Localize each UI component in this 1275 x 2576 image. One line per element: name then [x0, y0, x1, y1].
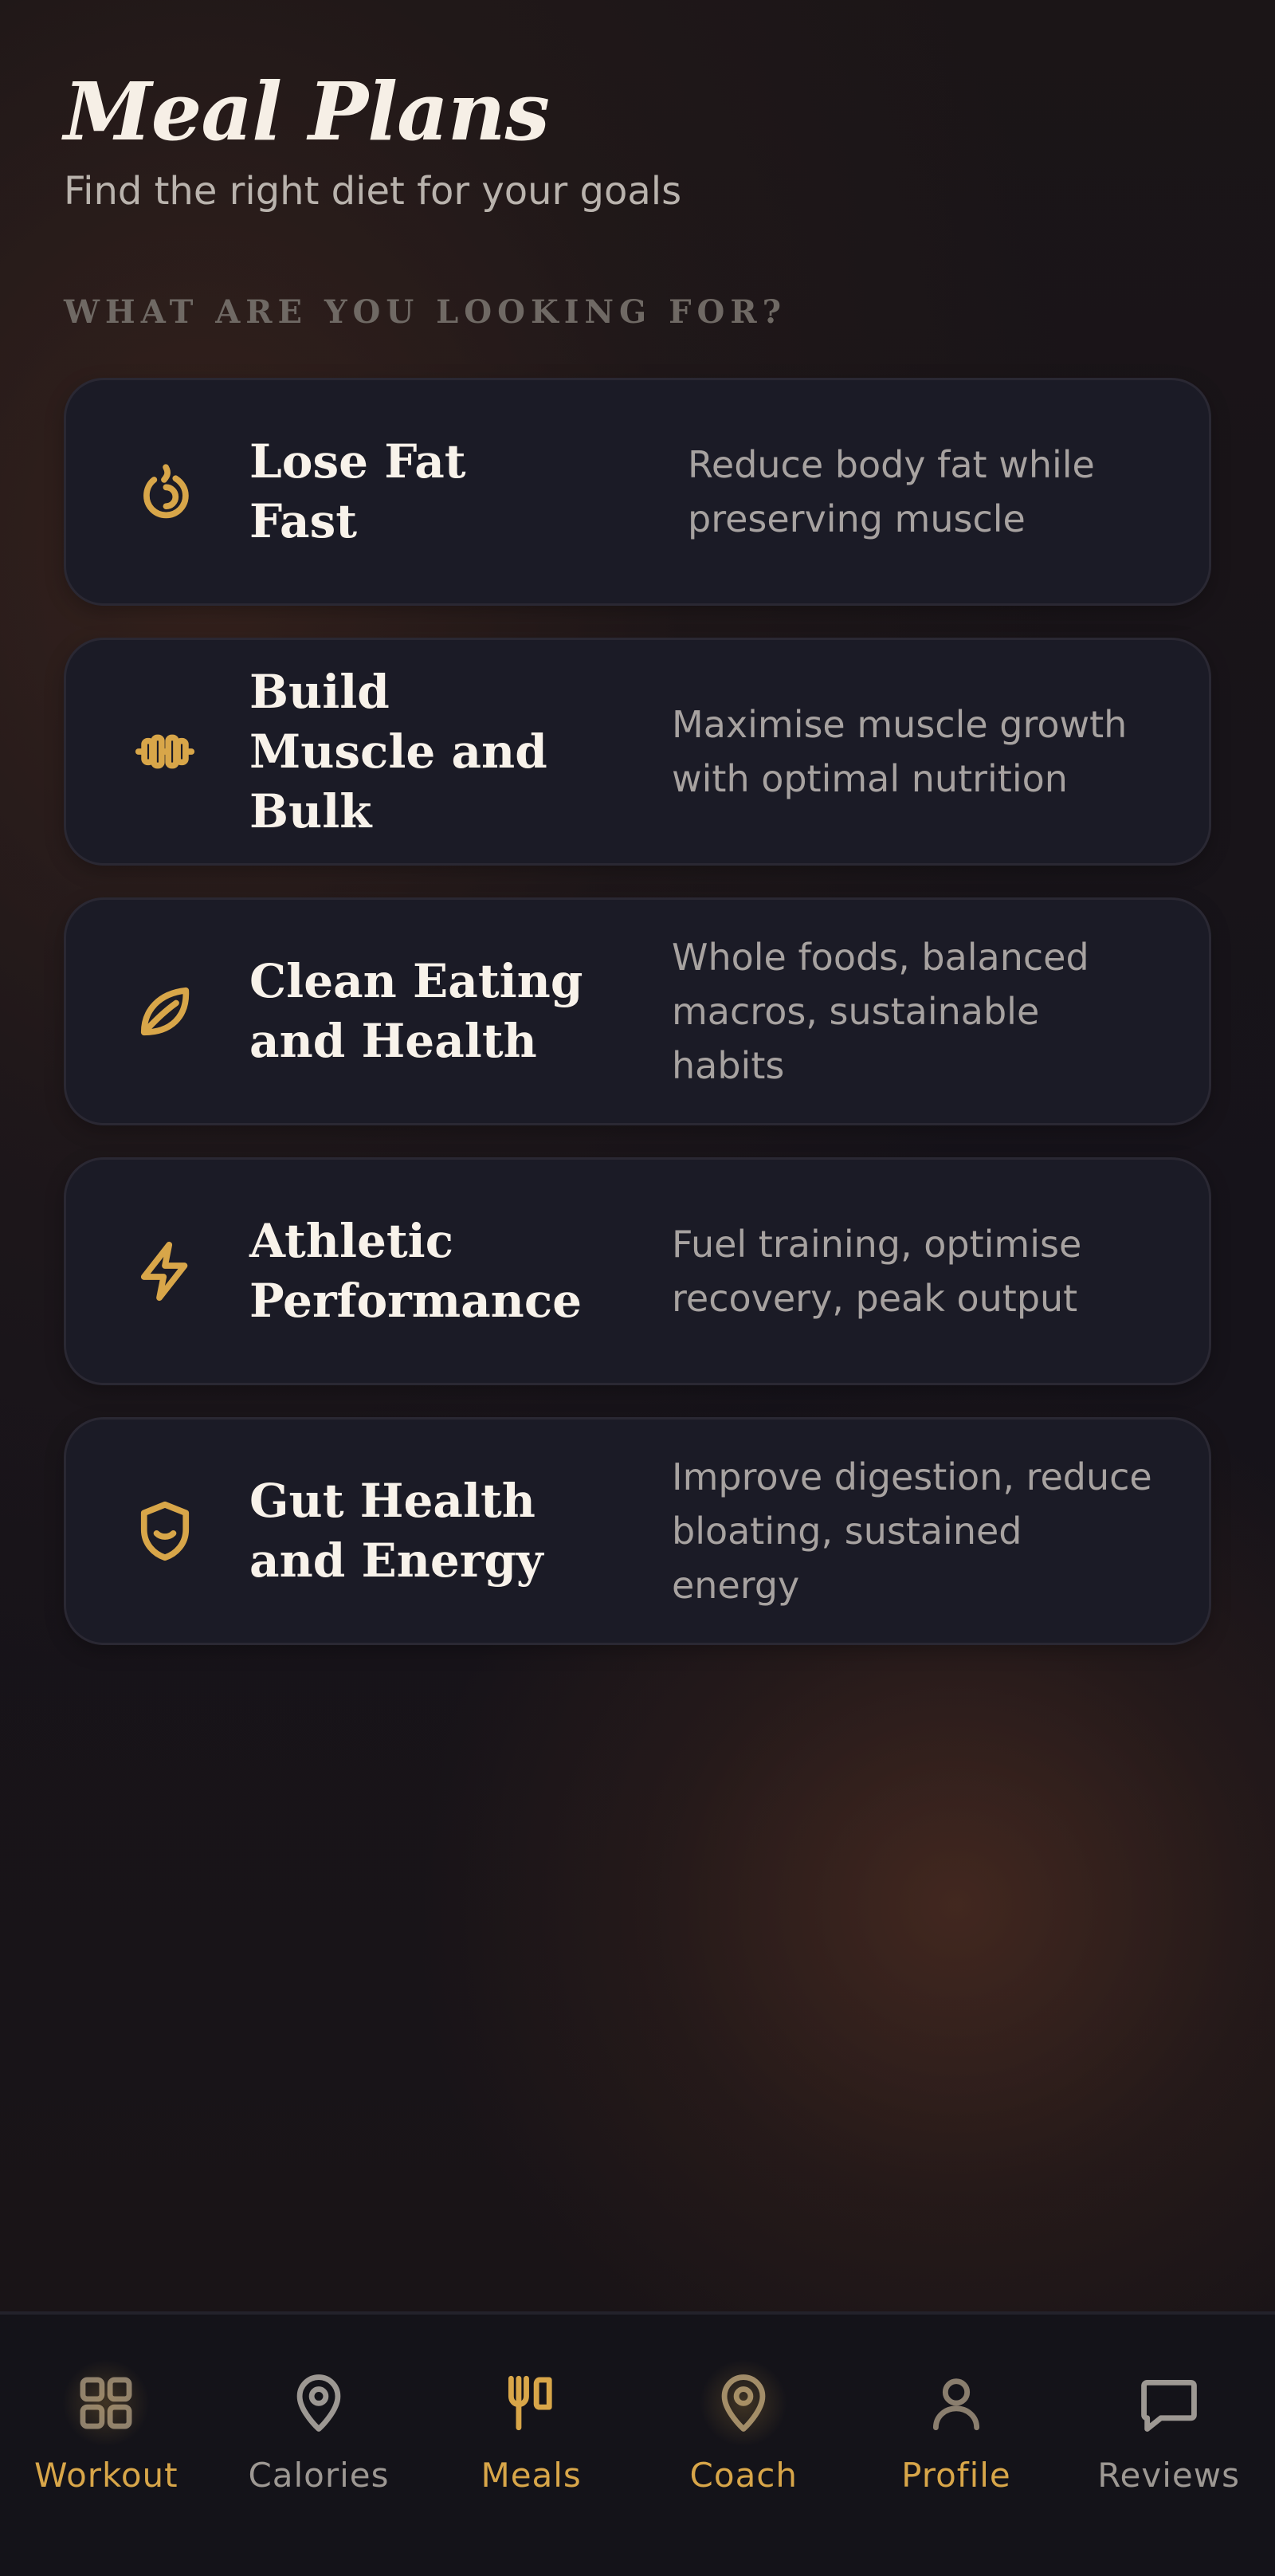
chat-icon — [1133, 2367, 1205, 2439]
page-title: Meal Plans — [64, 65, 550, 159]
goal-card-build-muscle[interactable]: Build Muscle and Bulk Maximise muscle gr… — [64, 638, 1211, 866]
nav-item-meals[interactable]: Meals — [426, 2367, 638, 2496]
nav-label: Coach — [689, 2456, 798, 2495]
nav-label: Meals — [481, 2456, 582, 2495]
nav-item-profile[interactable]: Profile — [850, 2367, 1062, 2496]
map-pin-icon — [283, 2367, 355, 2439]
goal-title: Athletic Performance — [249, 1214, 583, 1328]
nav-label: Profile — [901, 2456, 1011, 2495]
fork-knife-icon — [496, 2367, 567, 2439]
page-header: Meal Plans Find the right diet for your … — [64, 64, 1211, 215]
nav-item-reviews[interactable]: Reviews — [1063, 2367, 1275, 2496]
page-subtitle: Find the right diet for your goals — [64, 169, 682, 214]
goal-card-lose-fat[interactable]: Lose Fat Fast Reduce body fat while pres… — [64, 378, 1211, 606]
goal-title: Clean Eating and Health — [249, 954, 583, 1068]
goal-title: Build Muscle and Bulk — [249, 664, 547, 838]
nav-item-workout[interactable]: Workout — [0, 2359, 212, 2496]
nav-label: Reviews — [1097, 2456, 1240, 2495]
user-icon — [920, 2367, 992, 2439]
map-pin-icon — [700, 2359, 788, 2447]
goal-description: Improve digestion, reduce bloating, sust… — [672, 1455, 1152, 1607]
nav-item-calories[interactable]: Calories — [213, 2367, 425, 2496]
goal-title: Lose Fat Fast — [249, 434, 466, 548]
goal-description: Reduce body fat while preserving muscle — [688, 443, 1095, 540]
nav-label: Calories — [248, 2456, 390, 2495]
bottom-nav: Workout Calories Meals Coach Profile Rev… — [0, 2311, 1275, 2576]
dumbbell-icon — [130, 717, 200, 787]
flame-icon — [130, 457, 200, 527]
goal-description: Maximise muscle growth with optimal nutr… — [672, 703, 1128, 800]
leaf-icon — [130, 976, 200, 1046]
shield-smile-icon — [130, 1496, 200, 1566]
section-label: WHAT ARE YOU LOOKING FOR? — [64, 293, 787, 331]
goal-title: Gut Health and Energy — [249, 1474, 543, 1588]
nav-item-coach[interactable]: Coach — [638, 2359, 849, 2496]
goal-card-clean-eating[interactable]: Clean Eating and Health Whole foods, bal… — [64, 897, 1211, 1125]
nav-label: Workout — [34, 2456, 178, 2495]
lightning-icon — [130, 1236, 200, 1306]
grid-icon — [62, 2359, 151, 2447]
goal-card-gut-health[interactable]: Gut Health and Energy Improve digestion,… — [64, 1417, 1211, 1645]
goal-description: Fuel training, optimise recovery, peak o… — [672, 1223, 1082, 1320]
goal-description: Whole foods, balanced macros, sustainabl… — [672, 936, 1089, 1087]
goal-card-athletic-performance[interactable]: Athletic Performance Fuel training, opti… — [64, 1157, 1211, 1385]
goal-list: Lose Fat Fast Reduce body fat while pres… — [64, 378, 1211, 1677]
